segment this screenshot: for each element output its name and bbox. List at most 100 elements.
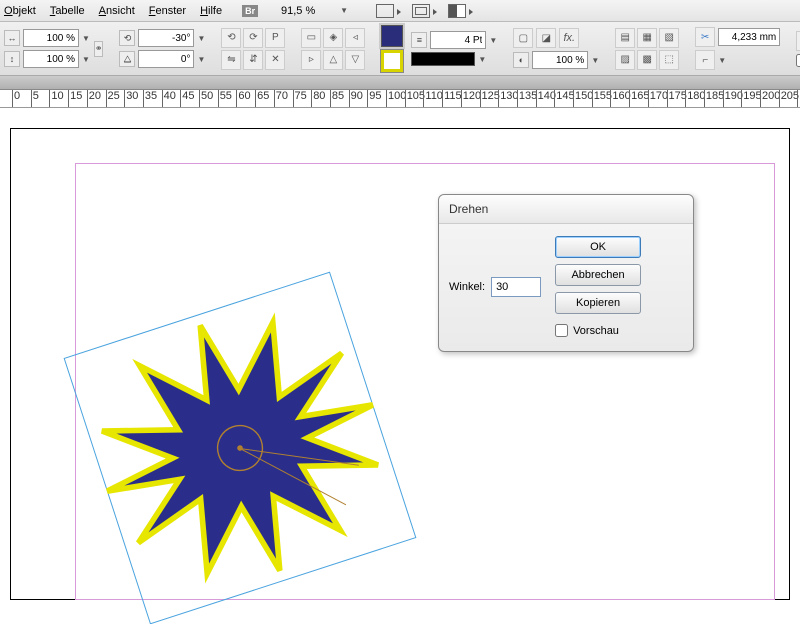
control-bar: ↔ ▼ ↕ ▼ ⚭ ⟲ ▼ ⧋ ▼ ⟲ ⟳ P ⇋ ⇵ ✕ ▭ ◈ bbox=[0, 22, 800, 76]
zoom-dropdown-icon[interactable]: ▼ bbox=[340, 6, 348, 15]
fit-frame-icon[interactable]: ⬚ bbox=[796, 31, 800, 51]
measure-input[interactable] bbox=[718, 28, 780, 46]
ruler-tick: 40 bbox=[162, 90, 176, 107]
ruler-tick: 185 bbox=[704, 90, 724, 107]
ruler-tick: 145 bbox=[554, 90, 574, 107]
wrap-jump-icon[interactable]: ▨ bbox=[615, 50, 635, 70]
copy-button[interactable]: Kopieren bbox=[555, 292, 641, 314]
object-cluster: ▭ ◈ ◃ ▹ △ ▽ bbox=[301, 28, 365, 70]
ruler-tick: 0 bbox=[12, 90, 20, 107]
ruler-tick: 25 bbox=[106, 90, 120, 107]
ruler-tick: 30 bbox=[124, 90, 138, 107]
rotate-ccw-icon[interactable]: ⟲ bbox=[221, 28, 241, 48]
fx-icon[interactable]: fx. bbox=[559, 28, 579, 48]
select-content-icon[interactable]: ◈ bbox=[323, 28, 343, 48]
zoom-level[interactable]: 91,5 % bbox=[274, 5, 322, 17]
drop-shadow-icon[interactable]: ◪ bbox=[536, 28, 556, 48]
ruler-tick: 65 bbox=[255, 90, 269, 107]
menu-objekt[interactable]: OObjektbjekt bbox=[4, 5, 36, 17]
menu-tabelle[interactable]: Tabelle bbox=[50, 5, 85, 17]
effects-icon[interactable]: ▢ bbox=[513, 28, 533, 48]
ruler-tick: 85 bbox=[330, 90, 344, 107]
horizontal-ruler[interactable]: 0510152025303540455055606570758085909510… bbox=[0, 90, 800, 108]
corner-icon[interactable]: ⌐ bbox=[695, 50, 715, 70]
ruler-tick: 150 bbox=[573, 90, 593, 107]
ruler-tick: 70 bbox=[274, 90, 288, 107]
screen-mode-icon[interactable] bbox=[376, 4, 394, 18]
arrange-icon[interactable] bbox=[412, 4, 430, 18]
fill-color-swatch[interactable] bbox=[381, 25, 403, 47]
ruler-tick: 15 bbox=[68, 90, 82, 107]
ruler-tick: 195 bbox=[741, 90, 761, 107]
ruler-tick: 100 bbox=[386, 90, 406, 107]
paragraph-icon[interactable]: P bbox=[265, 28, 285, 48]
select-next-icon[interactable]: ▹ bbox=[301, 50, 321, 70]
menu-hilfe[interactable]: Hilfe bbox=[200, 5, 222, 17]
workspace-icon[interactable] bbox=[448, 4, 466, 18]
ruler-tick: 5 bbox=[31, 90, 39, 107]
chevron-down-icon[interactable]: ▼ bbox=[489, 36, 497, 45]
ruler-tick: 140 bbox=[536, 90, 556, 107]
scale-y-input[interactable] bbox=[23, 50, 79, 68]
ruler-tick: 35 bbox=[143, 90, 157, 107]
select-child-icon[interactable]: ▽ bbox=[345, 50, 365, 70]
wrap-bounding-icon[interactable]: ▦ bbox=[637, 28, 657, 48]
chevron-down-icon[interactable]: ▼ bbox=[197, 34, 205, 43]
wrap-invert-icon[interactable]: ⬚ bbox=[659, 50, 679, 70]
rotate-icon: ⟲ bbox=[119, 30, 135, 46]
stroke-style[interactable] bbox=[411, 52, 475, 66]
wrap-column-icon[interactable]: ▩ bbox=[637, 50, 657, 70]
stroke-color-swatch[interactable] bbox=[381, 50, 403, 72]
stroke-weight-input[interactable] bbox=[430, 31, 486, 49]
ruler-tick: 165 bbox=[629, 90, 649, 107]
preview-checkbox[interactable] bbox=[555, 324, 568, 337]
wrap-shape-icon[interactable]: ▧ bbox=[659, 28, 679, 48]
ruler-tick: 200 bbox=[760, 90, 780, 107]
ruler-tick: 95 bbox=[367, 90, 381, 107]
opacity-icon: ◐ bbox=[513, 52, 529, 68]
chevron-down-icon[interactable]: ▼ bbox=[478, 55, 486, 64]
rotate-flip-cluster: ⟲ ⟳ P ⇋ ⇵ ✕ bbox=[221, 28, 285, 70]
ruler-tick: 90 bbox=[349, 90, 363, 107]
select-container-icon[interactable]: ▭ bbox=[301, 28, 321, 48]
stroke-weight-icon: ≡ bbox=[411, 32, 427, 48]
ruler-tick: 60 bbox=[236, 90, 250, 107]
menu-ansicht[interactable]: Ansicht bbox=[99, 5, 135, 17]
clear-transform-icon[interactable]: ✕ bbox=[265, 50, 285, 70]
flip-h-icon[interactable]: ⇋ bbox=[221, 50, 241, 70]
crop-icon[interactable]: ✂ bbox=[695, 27, 715, 47]
ruler-tick: 170 bbox=[648, 90, 668, 107]
bridge-icon[interactable]: Br bbox=[242, 5, 258, 17]
rotate-cw-icon[interactable]: ⟳ bbox=[243, 28, 263, 48]
preview-label: Vorschau bbox=[573, 325, 619, 337]
wrap-none-icon[interactable]: ▤ bbox=[615, 28, 635, 48]
ok-button[interactable]: OK bbox=[555, 236, 641, 258]
flip-v-icon[interactable]: ⇵ bbox=[243, 50, 263, 70]
shear-icon: ⧋ bbox=[119, 51, 135, 67]
menu-fenster[interactable]: Fenster bbox=[149, 5, 186, 17]
autofit-checkbox[interactable] bbox=[796, 54, 800, 67]
scale-x-input[interactable] bbox=[23, 29, 79, 47]
select-prev-icon[interactable]: ◃ bbox=[345, 28, 365, 48]
link-icon[interactable]: ⚭ bbox=[94, 41, 104, 57]
ruler-tick: 55 bbox=[218, 90, 232, 107]
scale-x-icon: ↔ bbox=[4, 30, 20, 46]
tab-strip bbox=[0, 76, 800, 90]
ruler-tick: 135 bbox=[517, 90, 537, 107]
chevron-down-icon[interactable]: ▼ bbox=[197, 55, 205, 64]
ruler-tick: 105 bbox=[405, 90, 425, 107]
chevron-down-icon[interactable]: ▼ bbox=[718, 56, 726, 65]
shear-input[interactable] bbox=[138, 50, 194, 68]
angle-input[interactable] bbox=[491, 277, 541, 297]
rotate-dialog: Drehen Winkel: OK Abbrechen Kopieren Vor… bbox=[438, 194, 694, 352]
select-parent-icon[interactable]: △ bbox=[323, 50, 343, 70]
chevron-down-icon[interactable]: ▼ bbox=[82, 34, 90, 43]
ruler-tick: 175 bbox=[667, 90, 687, 107]
opacity-input[interactable] bbox=[532, 51, 588, 69]
chevron-down-icon[interactable]: ▼ bbox=[591, 56, 599, 65]
chevron-down-icon[interactable]: ▼ bbox=[82, 55, 90, 64]
cancel-button[interactable]: Abbrechen bbox=[555, 264, 641, 286]
canvas[interactable]: Drehen Winkel: OK Abbrechen Kopieren Vor… bbox=[0, 108, 800, 600]
rotation-input[interactable] bbox=[138, 29, 194, 47]
scale-y-icon: ↕ bbox=[4, 51, 20, 67]
